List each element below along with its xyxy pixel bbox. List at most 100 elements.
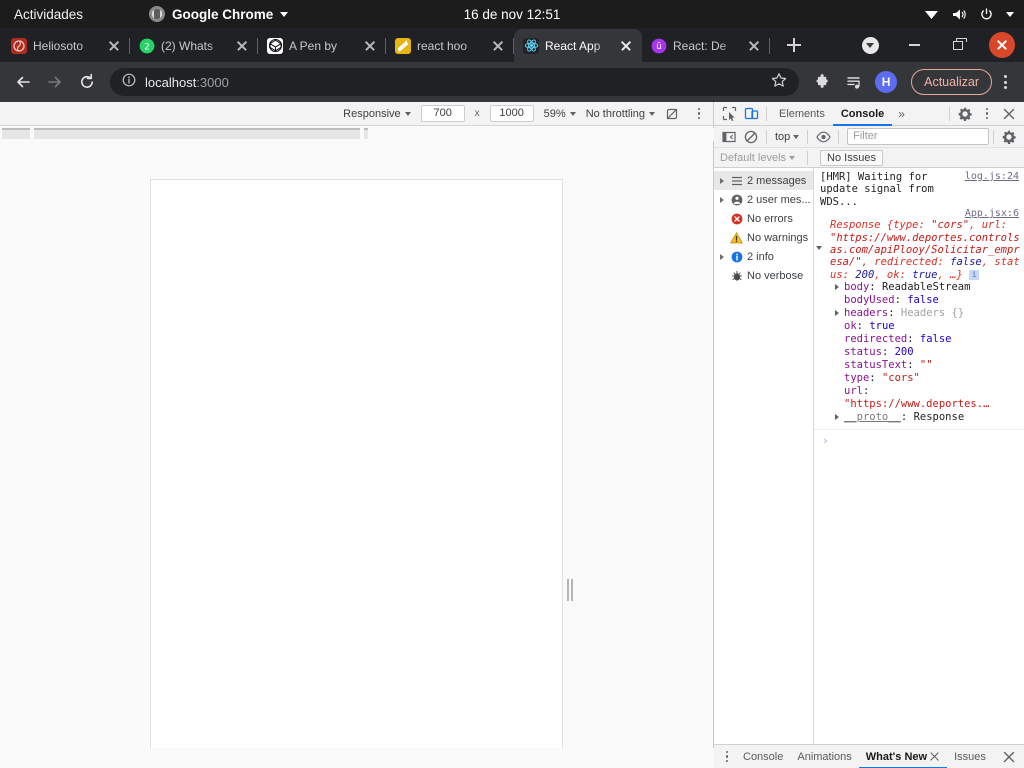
browser-tab-3[interactable]: react hoo <box>386 29 514 62</box>
gear-icon[interactable] <box>954 103 976 125</box>
kebab-menu-icon[interactable] <box>689 107 709 120</box>
reload-icon[interactable] <box>72 67 102 97</box>
object-property-statusText[interactable]: statusText: "" <box>820 359 1020 372</box>
default-levels-select[interactable]: Default levels <box>720 152 796 164</box>
close-icon[interactable] <box>618 38 634 54</box>
property-name: url <box>844 385 863 398</box>
close-icon[interactable] <box>998 103 1020 125</box>
object-property-body[interactable]: body: ReadableStream <box>820 281 1020 294</box>
drawer-tab-issues[interactable]: Issues <box>947 745 993 768</box>
chevron-right-icon[interactable] <box>718 253 726 261</box>
system-tray[interactable] <box>924 7 1014 21</box>
device-select-label: Responsive <box>343 107 401 120</box>
divider <box>766 106 767 121</box>
close-icon[interactable] <box>106 38 122 54</box>
app-menu-button[interactable]: Google Chrome <box>149 6 289 22</box>
object-property-proto[interactable]: __proto__: Response <box>820 411 1020 424</box>
throttling-select[interactable]: No throttling <box>586 108 655 120</box>
drawer-tab-console[interactable]: Console <box>736 745 790 768</box>
object-property-status[interactable]: status: 200 <box>820 346 1020 359</box>
address-bar[interactable]: localhost:3000 <box>110 68 800 96</box>
console-message-source[interactable]: App.jsx:6 <box>965 208 1019 220</box>
puzzle-icon[interactable] <box>807 67 837 97</box>
filter-input[interactable]: Filter <box>847 128 989 145</box>
avatar[interactable]: H <box>871 67 901 97</box>
tab-elements[interactable]: Elements <box>771 102 833 126</box>
device-toolbar-icon[interactable] <box>740 103 762 125</box>
sidebar-item-user-messages[interactable]: 2 user mes... <box>714 190 813 209</box>
close-icon[interactable] <box>490 38 506 54</box>
more-panels-button[interactable]: » <box>892 107 911 121</box>
tab-console[interactable]: Console <box>833 102 892 126</box>
inspect-cursor-icon[interactable] <box>718 103 740 125</box>
viewport-width-input[interactable]: 700 <box>420 105 465 122</box>
object-property-url[interactable]: url: "https://www.deportes.… <box>820 385 1020 411</box>
live-expression-icon[interactable] <box>812 126 834 148</box>
close-icon[interactable] <box>980 28 1024 62</box>
main-area: Responsive 700 x 1000 59% No throttling <box>0 102 1024 768</box>
device-select[interactable]: Responsive <box>343 107 411 120</box>
resize-handle-right[interactable] <box>566 575 573 605</box>
update-button[interactable]: Actualizar <box>911 69 992 95</box>
object-property-bodyUsed[interactable]: bodyUsed: false <box>820 294 1020 307</box>
clear-console-icon[interactable] <box>740 126 762 148</box>
expand-toggle-icon[interactable] <box>816 243 824 253</box>
object-property-redirected[interactable]: redirected: false <box>820 333 1020 346</box>
info-badge[interactable]: i <box>969 269 980 280</box>
expand-toggle-icon[interactable] <box>834 282 842 292</box>
maximize-icon[interactable] <box>936 28 980 62</box>
back-arrow-icon[interactable] <box>8 67 38 97</box>
sidebar-item-verbose[interactable]: No verbose <box>714 266 813 285</box>
chevron-right-icon[interactable] <box>718 196 726 204</box>
star-icon[interactable] <box>771 72 787 93</box>
object-property-type[interactable]: type: "cors" <box>820 372 1020 385</box>
new-tab-button[interactable] <box>780 31 808 59</box>
object-property-ok[interactable]: ok: true <box>820 320 1020 333</box>
drawer-tab-animations[interactable]: Animations <box>790 745 858 768</box>
close-icon[interactable] <box>362 38 378 54</box>
activities-button[interactable]: Actividades <box>0 7 97 22</box>
console-message-source[interactable]: log.js:24 <box>965 171 1019 183</box>
browser-tab-5[interactable]: ũ React: De <box>642 29 770 62</box>
expand-toggle-icon[interactable] <box>834 412 842 422</box>
console-output[interactable]: log.js:24 [HMR] Waiting for update signa… <box>814 168 1024 768</box>
react-icon <box>523 37 539 54</box>
close-icon[interactable] <box>746 38 762 54</box>
object-property-headers[interactable]: headers: Headers {} <box>820 307 1020 320</box>
browser-tab-2[interactable]: A Pen by <box>258 29 386 62</box>
gear-icon[interactable] <box>998 126 1020 148</box>
browser-tab-4[interactable]: React App <box>514 29 642 62</box>
kebab-menu-icon[interactable] <box>718 750 736 763</box>
execution-context-select[interactable]: top <box>771 131 803 143</box>
close-icon[interactable] <box>929 751 940 762</box>
drawer-tab-whats-new[interactable]: What's New <box>859 745 947 768</box>
sidebar-item-messages[interactable]: 2 messages <box>714 171 813 190</box>
expand-toggle-icon[interactable] <box>834 308 842 318</box>
show-console-sidebar-icon[interactable] <box>718 126 740 148</box>
browser-tab-0[interactable]: Heliosoto <box>2 29 130 62</box>
sidebar-item-warnings[interactable]: No warnings <box>714 228 813 247</box>
info-circle-icon[interactable] <box>122 73 136 92</box>
close-icon[interactable] <box>234 38 250 54</box>
tab-title: A Pen by <box>289 38 338 53</box>
close-icon[interactable] <box>998 746 1020 768</box>
kebab-menu-icon[interactable] <box>976 103 998 125</box>
page-iframe[interactable] <box>150 179 563 767</box>
forward-arrow-icon[interactable] <box>40 67 70 97</box>
sidebar-item-errors[interactable]: No errors <box>714 209 813 228</box>
browser-tab-1[interactable]: 2 (2) Whats <box>130 29 258 62</box>
zoom-select[interactable]: 59% <box>544 108 576 120</box>
kebab-menu-icon[interactable] <box>994 67 1016 97</box>
profile-chip-icon[interactable] <box>848 28 892 62</box>
rotate-icon[interactable] <box>665 107 679 121</box>
minimize-icon[interactable] <box>892 28 936 62</box>
clock[interactable]: 16 de nov 12:51 <box>464 7 561 22</box>
viewport-height-input[interactable]: 1000 <box>489 105 534 122</box>
console-prompt[interactable]: › <box>814 429 1024 447</box>
console-message-hmr[interactable]: log.js:24 [HMR] Waiting for update signa… <box>814 170 1024 209</box>
reading-list-icon[interactable] <box>839 67 869 97</box>
console-message-response[interactable]: App.jsx:6 Response {type: "cors", url: "… <box>814 208 1024 425</box>
chevron-right-icon[interactable] <box>718 177 726 185</box>
issues-badge[interactable]: No Issues <box>820 149 883 166</box>
sidebar-item-info[interactable]: 2 info <box>714 247 813 266</box>
